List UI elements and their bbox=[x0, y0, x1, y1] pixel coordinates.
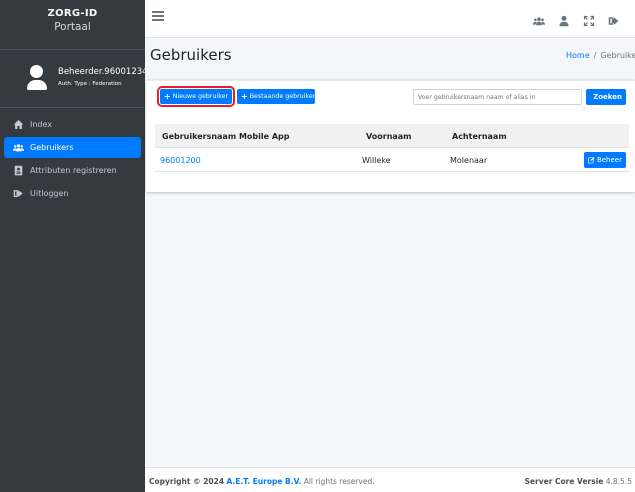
sidebar-item-attributen[interactable]: Attributen registreren bbox=[4, 160, 141, 181]
search-icon bbox=[590, 96, 592, 98]
sidebar: ZORG-ID Portaal Beheerder.96001234 Auth.… bbox=[0, 0, 148, 492]
sidebar-item-label: Attributen registreren bbox=[30, 166, 117, 175]
sidebar-item-label: Index bbox=[30, 120, 53, 129]
user-avatar-icon bbox=[27, 65, 47, 91]
beheer-label: Beheer bbox=[596, 156, 622, 164]
rights-text: All rights reserved. bbox=[303, 477, 375, 486]
user-panel: Beheerder.96001234 Auth. Type : Federati… bbox=[0, 50, 148, 108]
brand[interactable]: ZORG-ID Portaal bbox=[0, 0, 145, 50]
top-navbar bbox=[145, 0, 635, 38]
brand-title: ZORG-ID bbox=[47, 8, 98, 19]
cell-achternaam: Molenaar bbox=[450, 156, 488, 165]
search-button[interactable]: Zoeken bbox=[586, 89, 626, 105]
column-header-voornaam: Voornaam bbox=[366, 132, 412, 141]
username-link[interactable]: 96001200 bbox=[160, 156, 201, 165]
sign-out-icon[interactable] bbox=[608, 12, 620, 25]
copyright-text: Copyright © 2024 bbox=[149, 477, 225, 486]
existing-user-button[interactable]: + Bestaande gebruiker bbox=[237, 89, 315, 104]
sidebar-item-index[interactable]: Index bbox=[4, 114, 141, 135]
version-number: 4.8.5.5 bbox=[605, 477, 632, 486]
user-auth-type: Auth. Type : Federation bbox=[58, 81, 122, 87]
users-icon[interactable] bbox=[533, 12, 545, 26]
column-header-username: Gebruikersnaam Mobile App bbox=[162, 132, 290, 141]
existing-user-label: Bestaande gebruiker bbox=[249, 93, 316, 100]
plus-icon: + bbox=[241, 91, 248, 101]
new-user-label: Nieuwe gebruiker bbox=[172, 93, 229, 100]
page-title: Gebruikers bbox=[150, 46, 232, 64]
search-button-label: Zoeken bbox=[593, 93, 622, 101]
edit-icon bbox=[588, 156, 595, 164]
breadcrumb-home-link[interactable]: Home bbox=[566, 51, 590, 60]
expand-icon[interactable] bbox=[583, 12, 595, 27]
table-header: Gebruikersnaam Mobile App Voornaam Achte… bbox=[155, 124, 629, 148]
version-label: Server Core Versie bbox=[524, 477, 604, 486]
id-card-icon bbox=[12, 165, 24, 177]
sidebar-nav: Index Gebruikers Attributen registreren … bbox=[0, 108, 145, 204]
user-name[interactable]: Beheerder.96001234 bbox=[58, 67, 148, 77]
footer-copyright: Copyright © 2024 A.E.T. Europe B.V. All … bbox=[149, 477, 375, 486]
search-input[interactable]: Voer gebruikersnaam naam of alias in bbox=[413, 89, 582, 105]
plus-icon: + bbox=[164, 91, 171, 101]
home-icon bbox=[12, 119, 24, 131]
cell-voornaam: Willeke bbox=[362, 156, 391, 165]
brand-subtitle: Portaal bbox=[54, 21, 91, 33]
table-row: 96001200 Willeke Molenaar bbox=[155, 148, 629, 172]
sidebar-item-label: Uitloggen bbox=[30, 189, 69, 198]
breadcrumb-current: Gebruikers bbox=[600, 51, 635, 60]
column-header-achternaam: Achternaam bbox=[452, 132, 507, 141]
sign-out-icon bbox=[12, 188, 24, 200]
breadcrumb: Home/Gebruikers bbox=[566, 51, 635, 60]
users-icon bbox=[12, 142, 24, 154]
beheer-button[interactable]: Beheer bbox=[584, 152, 626, 168]
hamburger-menu-icon[interactable] bbox=[152, 11, 164, 23]
sidebar-item-gebruikers[interactable]: Gebruikers bbox=[4, 137, 141, 158]
company-link[interactable]: A.E.T. Europe B.V. bbox=[226, 477, 301, 486]
footer: Copyright © 2024 A.E.T. Europe B.V. All … bbox=[145, 467, 635, 492]
sidebar-item-uitloggen[interactable]: Uitloggen bbox=[4, 183, 141, 204]
sidebar-item-label: Gebruikers bbox=[30, 143, 74, 152]
new-user-button[interactable]: + Nieuwe gebruiker bbox=[157, 86, 235, 107]
breadcrumb-separator: / bbox=[593, 51, 597, 60]
footer-version: Server Core Versie 4.8.5.5 bbox=[525, 477, 632, 486]
user-icon[interactable] bbox=[558, 12, 570, 27]
